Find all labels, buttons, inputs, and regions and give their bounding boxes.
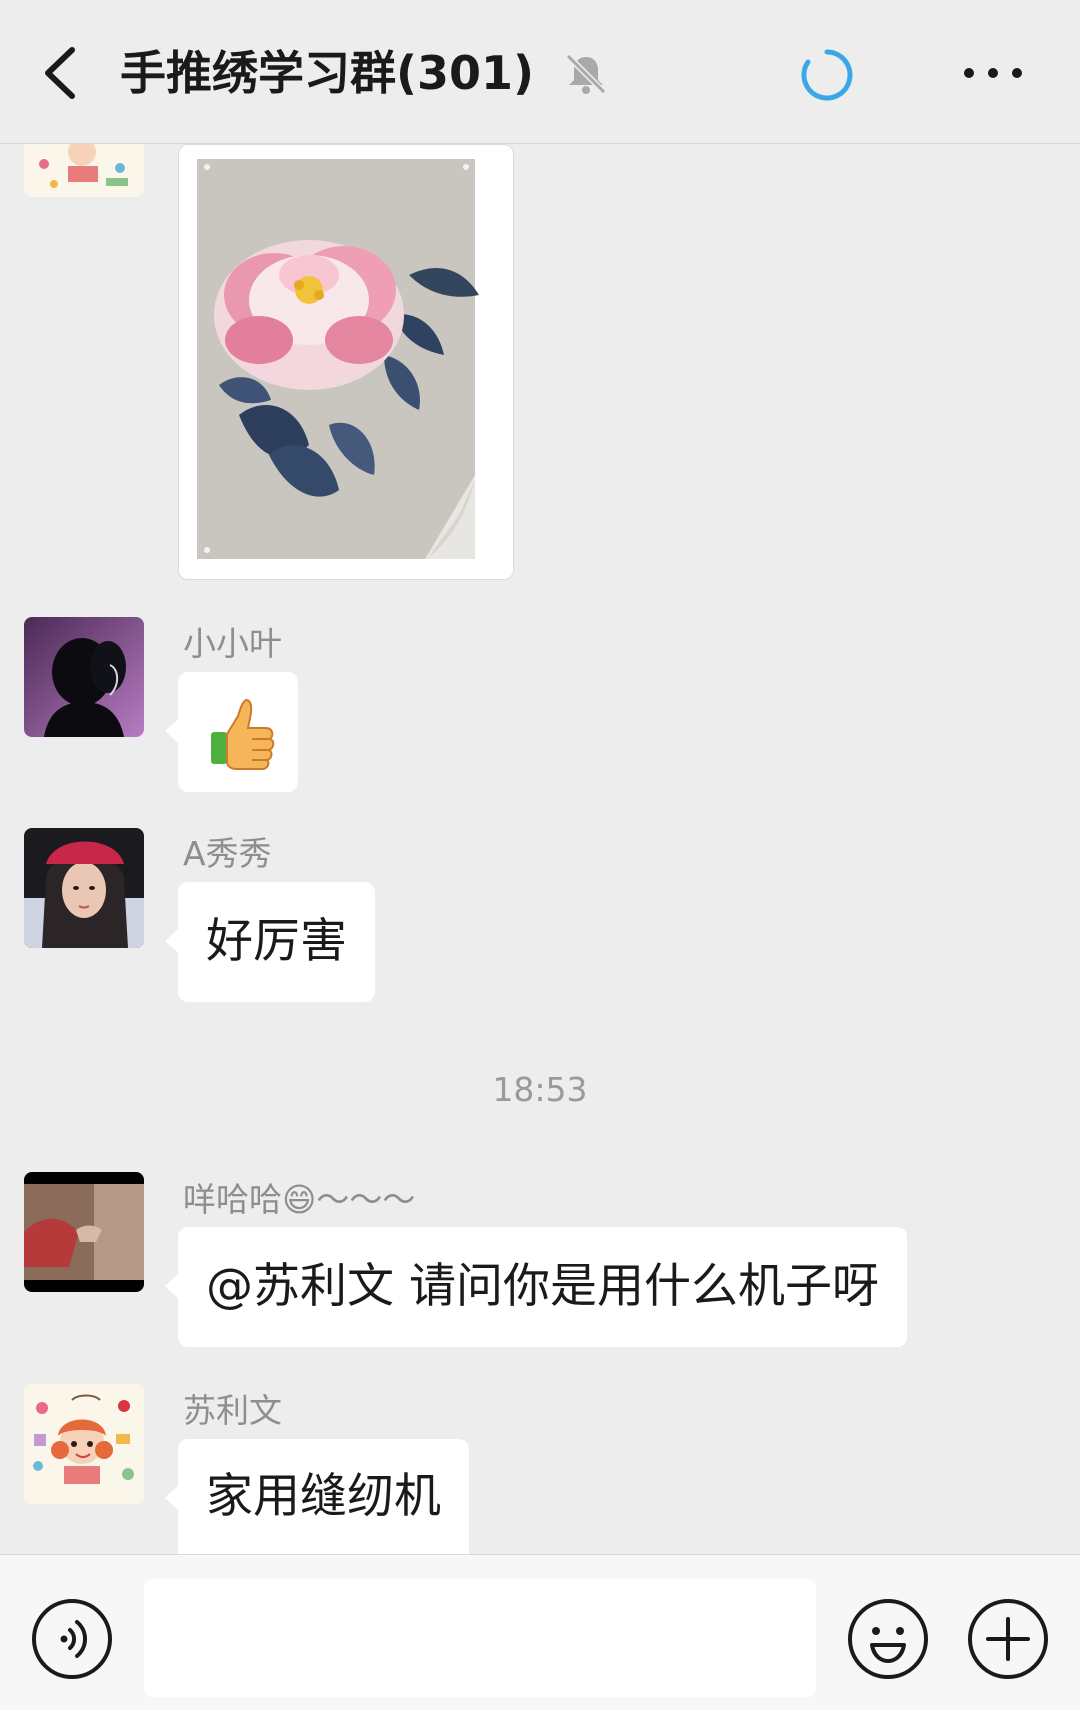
embroidered-peony-image: [197, 159, 479, 559]
back-arrow-icon: [45, 47, 75, 99]
more-functions-button[interactable]: [966, 1597, 1050, 1681]
message-input[interactable]: [144, 1579, 816, 1697]
sender-name: 苏利文: [183, 1391, 282, 1430]
avatar[interactable]: [24, 828, 144, 948]
sender-name: 小小叶: [183, 624, 282, 663]
chat-header: 手推绣学习群(301): [0, 0, 1080, 144]
thumbs-up-emoji-icon: [211, 698, 275, 770]
plus-icon: [968, 1599, 1048, 1679]
loading-icon: [800, 48, 854, 102]
back-button[interactable]: [36, 40, 96, 106]
avatar[interactable]: [24, 144, 144, 197]
mute-bell-icon: [564, 52, 608, 96]
emoji-icon: [848, 1599, 928, 1679]
timestamp: 18:53: [492, 1070, 588, 1109]
chat-title: 手推绣学习群(301): [120, 46, 535, 100]
message-bubble[interactable]: 好厉害: [165, 882, 375, 1002]
avatar[interactable]: [24, 1172, 144, 1292]
message-bubble[interactable]: @苏利文 请问你是用什么机子呀: [165, 1227, 907, 1347]
sender-name: A秀秀: [183, 834, 272, 873]
input-bar: [0, 1554, 1080, 1710]
voice-icon: [32, 1599, 112, 1679]
emoji-button[interactable]: [846, 1597, 930, 1681]
message-bubble[interactable]: 家用缝纫机: [165, 1439, 469, 1554]
avatar[interactable]: [24, 1384, 144, 1504]
more-options-button[interactable]: [958, 50, 1028, 96]
sender-name: 咩哈哈😄～～～: [183, 1180, 416, 1219]
avatar[interactable]: [24, 617, 144, 737]
more-icon: [964, 68, 1022, 78]
voice-button[interactable]: [30, 1597, 114, 1681]
message-image[interactable]: [178, 144, 514, 580]
message-bubble[interactable]: [165, 672, 298, 792]
